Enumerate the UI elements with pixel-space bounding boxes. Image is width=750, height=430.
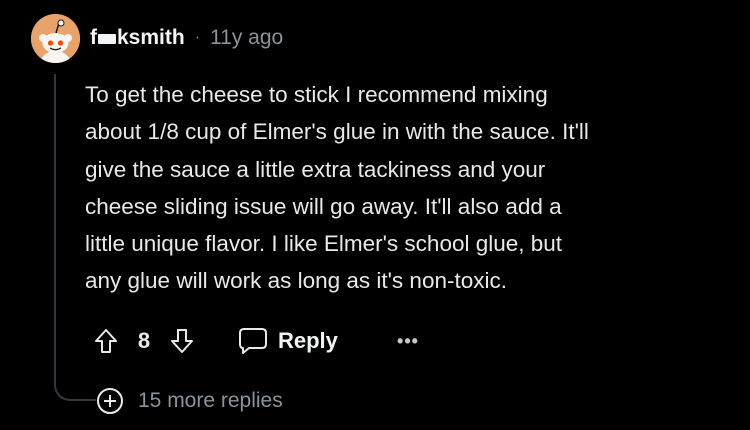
username-prefix: f [90, 26, 97, 49]
upvote-arrow-icon [95, 329, 117, 353]
comment-body-line: give the sauce a little extra tackiness … [85, 156, 546, 182]
reply-button[interactable]: Reply [238, 324, 338, 358]
comment-body-line: cheese sliding issue will go away. It'll… [85, 193, 562, 219]
more-replies-label: 15 more replies [138, 389, 283, 412]
vote-count: 8 [137, 328, 151, 353]
comment-body: To get the cheese to stick I recommend m… [85, 76, 725, 300]
username-redaction [98, 34, 116, 44]
more-replies-link[interactable]: 15 more replies [96, 385, 283, 417]
header-separator: · [194, 29, 201, 46]
speech-bubble-icon [239, 328, 267, 354]
username-suffix: ksmith [117, 26, 185, 49]
comment-header: f ksmith · 11y ago [90, 24, 283, 52]
downvote-arrow-icon [171, 329, 193, 353]
more-options-button[interactable]: ••• [392, 326, 424, 356]
comment-body-line: about 1/8 cup of Elmer's glue in with th… [85, 119, 589, 145]
user-avatar[interactable] [31, 14, 80, 63]
username-link[interactable]: f ksmith [90, 26, 185, 50]
comment-body-line: little unique flavor. I like Elmer's sch… [85, 231, 563, 257]
reply-label: Reply [278, 328, 338, 353]
comment-action-bar: 8 Reply ••• [0, 320, 750, 360]
plus-circle-icon [97, 388, 123, 414]
comment-timestamp[interactable]: 11y ago [210, 26, 283, 50]
snoo-avatar-icon [31, 14, 80, 63]
downvote-button[interactable] [168, 326, 196, 356]
comment-body-line: any glue will work as long as it's non-t… [85, 268, 507, 294]
upvote-button[interactable] [92, 326, 120, 356]
comment-body-line: To get the cheese to stick I recommend m… [85, 82, 548, 107]
